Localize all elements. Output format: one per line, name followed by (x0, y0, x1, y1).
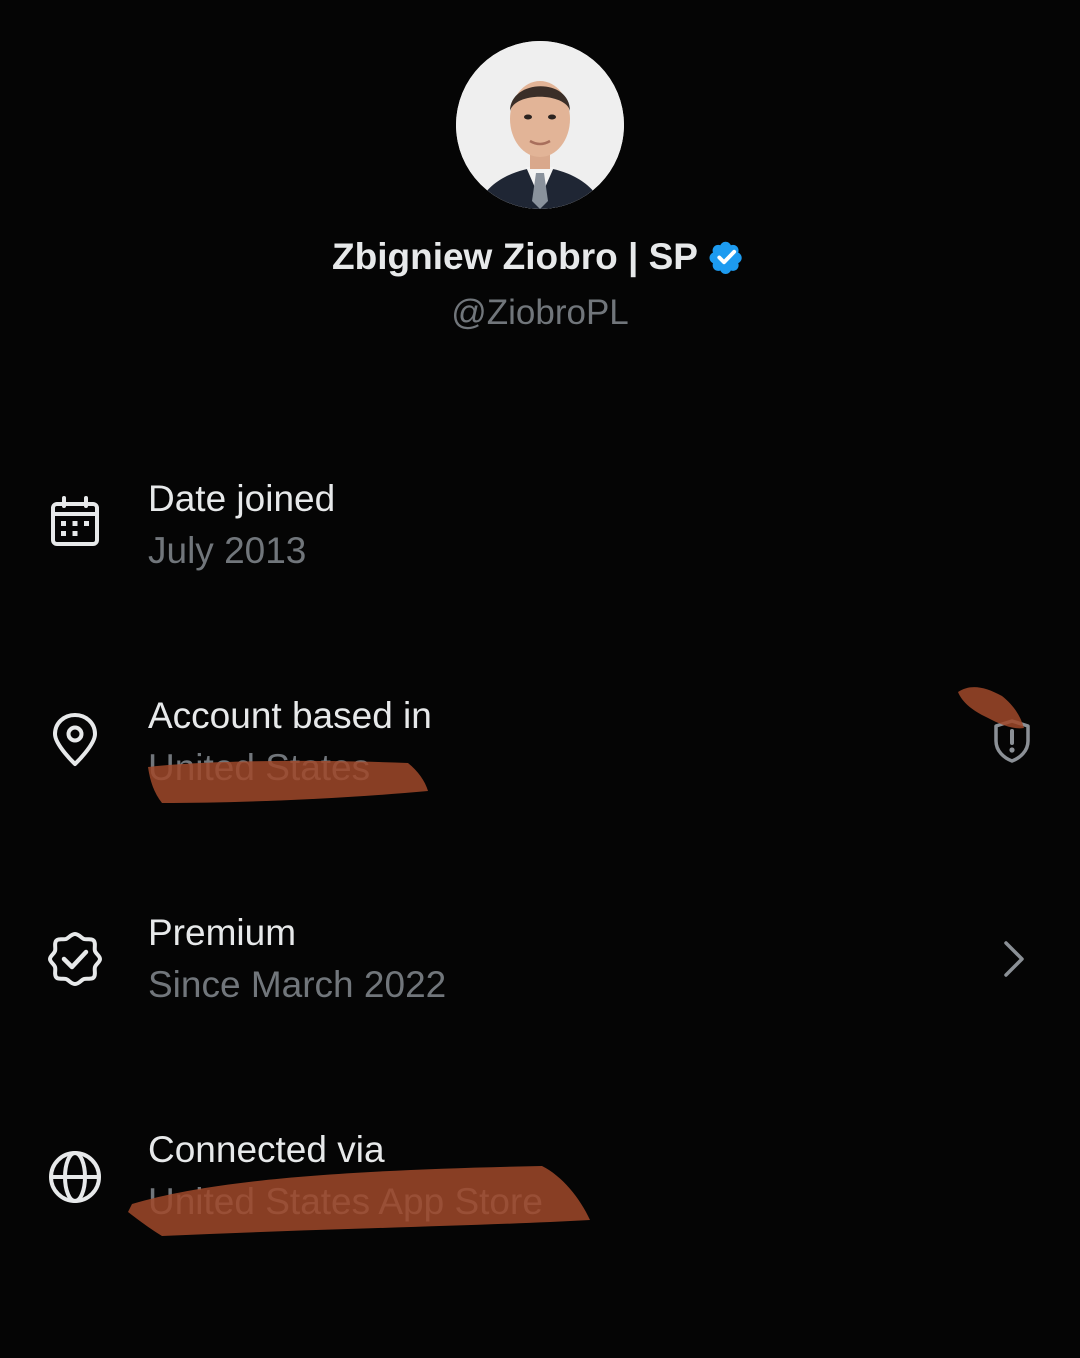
verified-badge-icon[interactable] (706, 236, 748, 278)
avatar-photo (456, 41, 624, 209)
shield-alert-icon[interactable] (988, 717, 1036, 765)
account-based-in-label: Account based in (148, 695, 432, 736)
premium-value: Since March 2022 (148, 964, 447, 1005)
display-name: Zbigniew Ziobro | SP (332, 236, 698, 277)
date-joined-label: Date joined (148, 478, 336, 519)
location-pin-icon (46, 711, 104, 769)
profile-avatar[interactable] (456, 41, 624, 209)
calendar-icon (46, 494, 104, 552)
chevron-right-icon[interactable] (990, 935, 1038, 983)
account-based-in-value: United States (148, 747, 371, 788)
date-joined-row: Date joined July 2013 (0, 476, 1080, 616)
premium-row[interactable]: Premium Since March 2022 (0, 910, 1080, 1050)
connected-via-row: Connected via United States App Store (0, 1127, 1080, 1267)
account-based-in-row[interactable]: Account based in United States (0, 693, 1080, 833)
premium-badge-icon (46, 930, 104, 988)
user-handle: @ZiobroPL (451, 293, 629, 332)
globe-icon (46, 1148, 104, 1206)
display-name-row: Zbigniew Ziobro | SP (0, 232, 1080, 282)
connected-via-label: Connected via (148, 1129, 385, 1170)
date-joined-value: July 2013 (148, 530, 307, 571)
connected-via-value: United States App Store (148, 1181, 543, 1222)
premium-label: Premium (148, 912, 297, 953)
